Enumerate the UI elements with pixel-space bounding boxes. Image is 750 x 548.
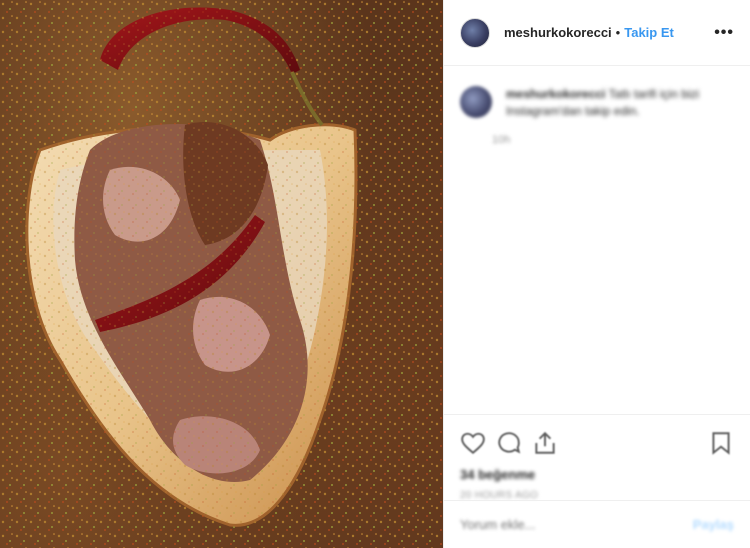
comment-icon[interactable] bbox=[496, 430, 522, 456]
comment-input[interactable] bbox=[460, 517, 693, 532]
caption-avatar[interactable] bbox=[460, 86, 492, 118]
follow-button[interactable]: Takip Et bbox=[624, 25, 674, 40]
caption-text: meshurkokorecci Tatlı tarifi için bizi I… bbox=[506, 86, 706, 120]
heart-icon[interactable] bbox=[460, 430, 486, 456]
share-icon[interactable] bbox=[532, 430, 558, 456]
post-comment-button[interactable]: Paylaş bbox=[693, 517, 734, 532]
caption-row: meshurkokorecci Tatlı tarifi için bizi I… bbox=[460, 86, 734, 146]
caption-time: 10h bbox=[492, 134, 511, 146]
post-photo[interactable] bbox=[0, 0, 443, 548]
avatar[interactable] bbox=[460, 17, 490, 48]
more-options-icon[interactable]: ••• bbox=[714, 24, 734, 42]
comment-box: Paylaş bbox=[444, 500, 750, 548]
username-link[interactable]: meshurkokorecci bbox=[504, 25, 612, 40]
separator-dot: • bbox=[615, 25, 621, 40]
post-header: meshurkokorecci • Takip Et ••• bbox=[444, 0, 750, 66]
action-bar: 34 beğenme 20 HOURS AGO bbox=[444, 414, 750, 501]
action-icons bbox=[460, 423, 734, 463]
bookmark-icon[interactable] bbox=[708, 430, 734, 456]
caption-username[interactable]: meshurkokorecci bbox=[506, 87, 605, 101]
post-sidebar: meshurkokorecci • Takip Et ••• meshurkok… bbox=[443, 0, 750, 548]
likes-count[interactable]: 34 beğenme bbox=[460, 467, 734, 482]
comments-section: meshurkokorecci Tatlı tarifi için bizi I… bbox=[444, 66, 750, 414]
photo-illustration bbox=[0, 0, 443, 548]
